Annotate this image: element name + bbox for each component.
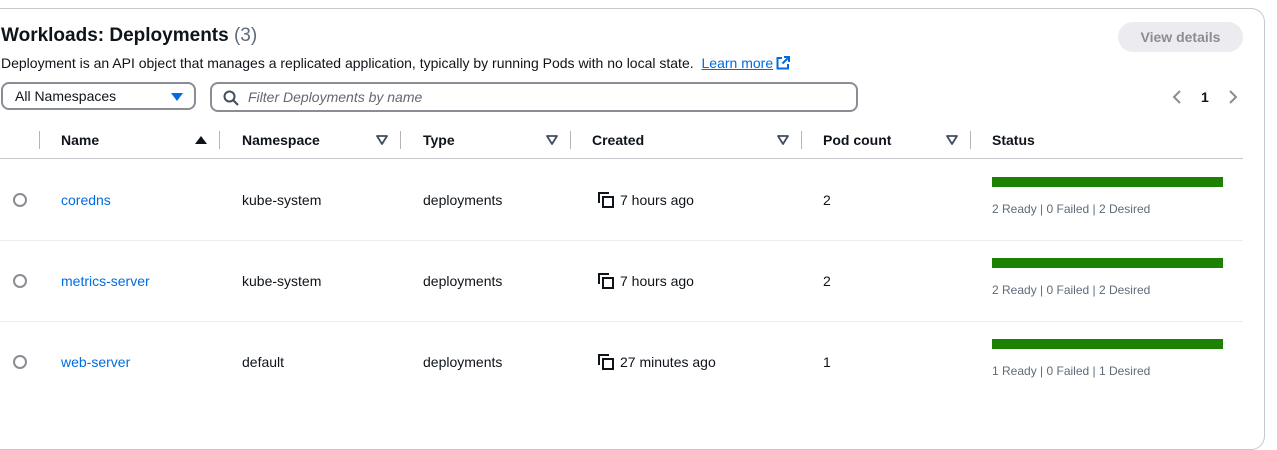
column-separator [570, 131, 571, 149]
deployment-count: (3) [233, 25, 258, 46]
search-field[interactable] [210, 82, 858, 112]
status-progress-bar [992, 339, 1223, 349]
search-input[interactable] [248, 87, 848, 107]
column-header-created[interactable]: Created [592, 132, 644, 148]
column-header-name[interactable]: Name [61, 132, 99, 148]
column-separator [219, 131, 220, 149]
column-header-pod-count[interactable]: Pod count [823, 132, 891, 148]
copy-icon[interactable] [598, 354, 614, 370]
column-header-status: Status [992, 132, 1035, 148]
external-link-icon[interactable] [776, 56, 791, 70]
status-text: 2 Ready | 0 Failed | 2 Desired [992, 283, 1151, 297]
deployments-panel [0, 8, 1265, 450]
learn-more-label: Learn more [701, 55, 774, 71]
deployment-name-link[interactable]: web-server [61, 354, 130, 370]
status-text: 2 Ready | 0 Failed | 2 Desired [992, 202, 1151, 216]
copy-icon[interactable] [598, 273, 614, 289]
chevron-right-icon[interactable] [1227, 89, 1239, 105]
copy-icon[interactable] [598, 192, 614, 208]
deployment-name-link[interactable]: metrics-server [61, 273, 150, 289]
namespace-cell: kube-system [242, 192, 322, 208]
namespace-select-value: All Namespaces [15, 88, 117, 104]
column-separator [400, 131, 401, 149]
row-divider [0, 321, 1243, 322]
row-divider [0, 240, 1243, 241]
search-icon [223, 90, 239, 106]
namespace-cell: default [242, 354, 285, 370]
view-details-button[interactable]: View details [1118, 22, 1243, 52]
sort-icon[interactable] [546, 135, 558, 145]
chevron-left-icon[interactable] [1171, 89, 1183, 105]
column-separator [970, 131, 971, 149]
deployment-name-link[interactable]: coredns [61, 192, 111, 208]
column-header-type[interactable]: Type [423, 132, 455, 148]
page-title: Workloads: Deployments (3) [1, 25, 257, 47]
status-text: 1 Ready | 0 Failed | 1 Desired [992, 364, 1151, 378]
sort-ascending-icon[interactable] [195, 135, 207, 145]
learn-more-link[interactable]: Learn more [702, 55, 774, 71]
status-progress-bar [992, 258, 1223, 268]
sort-icon[interactable] [777, 135, 789, 145]
description-text: Deployment is an API object that manages… [1, 55, 694, 71]
sort-icon[interactable] [376, 135, 388, 145]
status-progress-fill [992, 258, 1223, 268]
row-radio[interactable] [13, 274, 27, 288]
status-progress-fill [992, 177, 1223, 187]
row-radio[interactable] [13, 355, 27, 369]
row-radio[interactable] [13, 193, 27, 207]
page-description: Deployment is an API object that manages… [1, 55, 791, 71]
caret-down-icon [171, 93, 183, 101]
column-separator [801, 131, 802, 149]
created-cell: 7 hours ago [620, 192, 694, 208]
status-progress-fill [992, 339, 1223, 349]
column-separator [39, 131, 40, 149]
column-header-namespace[interactable]: Namespace [242, 132, 320, 148]
pod-count-cell: 1 [823, 354, 831, 370]
created-cell: 27 minutes ago [620, 354, 716, 370]
pod-count-cell: 2 [823, 192, 831, 208]
current-page[interactable]: 1 [1201, 89, 1209, 105]
namespace-cell: kube-system [242, 273, 322, 289]
namespace-select[interactable]: All Namespaces [1, 82, 196, 110]
header-divider [0, 158, 1243, 159]
type-cell: deployments [423, 192, 503, 208]
created-cell: 7 hours ago [620, 273, 694, 289]
type-cell: deployments [423, 354, 503, 370]
pod-count-cell: 2 [823, 273, 831, 289]
type-cell: deployments [423, 273, 503, 289]
title-text: Workloads: Deployments [1, 25, 229, 46]
sort-icon[interactable] [946, 135, 958, 145]
status-progress-bar [992, 177, 1223, 187]
